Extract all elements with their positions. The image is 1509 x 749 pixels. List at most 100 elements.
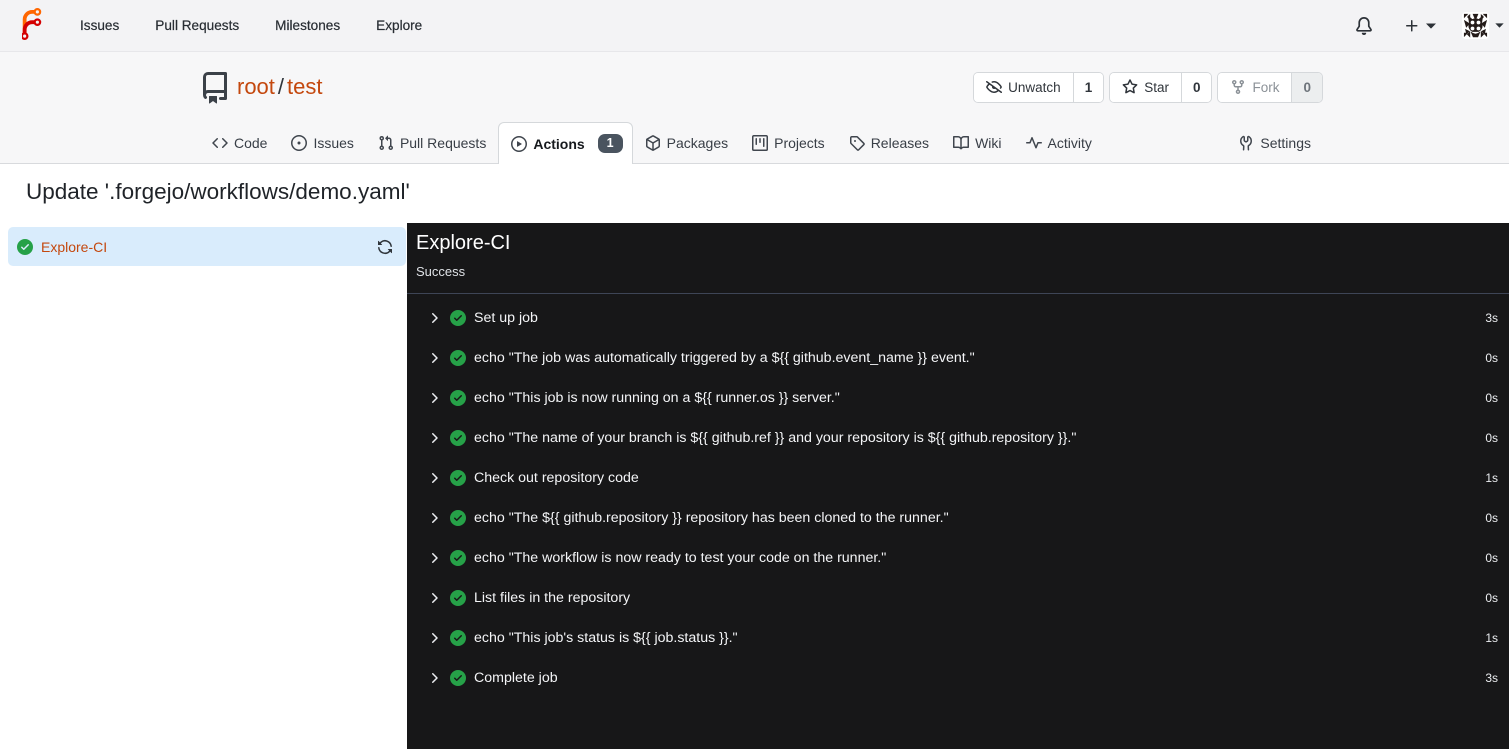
step-name: List files in the repository bbox=[474, 590, 631, 606]
jobs-sidebar: Explore-CI bbox=[0, 223, 407, 749]
tab-activity[interactable]: Activity bbox=[1014, 122, 1104, 163]
repo-header: root / test Unwatch 1 Star 0 Fork 0 Code Issue… bbox=[0, 52, 1509, 164]
chevron-down-icon bbox=[1426, 23, 1436, 29]
step-row-9[interactable]: echo "This job's status is ${{ job.statu… bbox=[407, 618, 1509, 658]
chevron-right-icon[interactable] bbox=[426, 670, 442, 686]
step-duration: 3s bbox=[1485, 671, 1498, 685]
code-icon bbox=[212, 135, 228, 151]
unwatch-button-group: Unwatch 1 bbox=[973, 71, 1105, 103]
job-log-status: Success bbox=[416, 264, 466, 279]
chevron-down-icon bbox=[1495, 23, 1504, 28]
chevron-right-icon[interactable] bbox=[426, 630, 442, 646]
step-row-5[interactable]: Check out repository code 1s bbox=[407, 458, 1509, 498]
step-duration: 0s bbox=[1485, 351, 1498, 365]
star-button[interactable]: Star bbox=[1110, 72, 1182, 102]
step-name: echo "This job is now running on a ${{ r… bbox=[474, 390, 840, 406]
tools-icon bbox=[1238, 135, 1254, 151]
step-duration: 0s bbox=[1485, 591, 1498, 605]
step-row-10[interactable]: Complete job 3s bbox=[407, 658, 1509, 698]
unwatch-button[interactable]: Unwatch bbox=[974, 72, 1074, 102]
pulse-icon bbox=[1025, 135, 1042, 151]
fork-count[interactable]: 0 bbox=[1292, 72, 1322, 102]
unwatch-count[interactable]: 1 bbox=[1073, 72, 1104, 102]
chevron-right-icon[interactable] bbox=[426, 350, 442, 366]
job-name: Explore-CI bbox=[41, 238, 108, 255]
notifications-bell-icon[interactable] bbox=[1355, 16, 1373, 35]
job-rerun-icon[interactable] bbox=[377, 239, 393, 255]
chevron-right-icon[interactable] bbox=[426, 390, 442, 406]
user-menu[interactable] bbox=[1462, 12, 1504, 39]
chevron-right-icon[interactable] bbox=[426, 510, 442, 526]
book-icon bbox=[953, 135, 970, 151]
navbar-link-milestones[interactable]: Milestones bbox=[257, 0, 358, 51]
step-name: Complete job bbox=[474, 670, 558, 686]
step-row-8[interactable]: List files in the repository 0s bbox=[407, 578, 1509, 618]
repo-title: root / test bbox=[199, 71, 323, 104]
step-duration: 0s bbox=[1485, 511, 1498, 525]
chevron-right-icon[interactable] bbox=[426, 470, 442, 486]
step-name: echo "The name of your branch is ${{ git… bbox=[474, 430, 1077, 446]
step-name: Check out repository code bbox=[474, 470, 639, 486]
forgejo-logo-icon[interactable] bbox=[22, 8, 42, 40]
navbar-link-pull-requests[interactable]: Pull Requests bbox=[137, 0, 257, 51]
step-duration: 0s bbox=[1485, 551, 1498, 565]
star-count[interactable]: 0 bbox=[1181, 72, 1212, 102]
step-row-3[interactable]: echo "This job is now running on a ${{ r… bbox=[407, 378, 1509, 418]
tab-pull-requests[interactable]: Pull Requests bbox=[366, 122, 498, 163]
step-duration: 3s bbox=[1485, 311, 1498, 325]
job-success-icon bbox=[17, 238, 33, 255]
tab-wiki[interactable]: Wiki bbox=[941, 122, 1013, 163]
repo-forked-icon bbox=[1230, 79, 1246, 95]
step-row-2[interactable]: echo "The job was automatically triggere… bbox=[407, 338, 1509, 378]
chevron-right-icon[interactable] bbox=[426, 430, 442, 446]
issue-opened-icon bbox=[291, 134, 308, 151]
step-row-4[interactable]: echo "The name of your branch is ${{ git… bbox=[407, 418, 1509, 458]
tab-projects[interactable]: Projects bbox=[740, 122, 837, 163]
job-item-explore-ci[interactable]: Explore-CI bbox=[8, 227, 406, 266]
repo-name-link[interactable]: test bbox=[287, 74, 322, 100]
job-log-header: Explore-CI Success bbox=[407, 223, 1509, 294]
step-duration: 0s bbox=[1485, 391, 1498, 405]
tab-packages[interactable]: Packages bbox=[633, 122, 740, 163]
step-success-icon bbox=[450, 310, 466, 326]
step-success-icon bbox=[450, 510, 466, 526]
actions-count-badge: 1 bbox=[597, 134, 623, 153]
navbar-link-explore[interactable]: Explore bbox=[358, 0, 440, 51]
repo-tabs: Code Issues Pull Requests Actions 1 Packages P… bbox=[186, 122, 1323, 164]
repo-icon bbox=[199, 71, 231, 104]
step-duration: 1s bbox=[1485, 471, 1498, 485]
repo-owner-link[interactable]: root bbox=[237, 74, 275, 100]
step-success-icon bbox=[450, 470, 466, 486]
step-row-7[interactable]: echo "The workflow is now ready to test … bbox=[407, 538, 1509, 578]
chevron-right-icon[interactable] bbox=[426, 310, 442, 326]
chevron-right-icon[interactable] bbox=[426, 590, 442, 606]
step-success-icon bbox=[450, 670, 466, 686]
step-success-icon bbox=[450, 630, 466, 646]
fork-button-group: Fork 0 bbox=[1217, 71, 1323, 103]
step-success-icon bbox=[450, 390, 466, 406]
tag-icon bbox=[849, 135, 865, 151]
step-row-6[interactable]: echo "The ${{ github.repository }} repos… bbox=[407, 498, 1509, 538]
tab-code[interactable]: Code bbox=[200, 122, 279, 163]
top-navbar: Issues Pull Requests Milestones Explore bbox=[0, 0, 1509, 52]
navbar-link-issues[interactable]: Issues bbox=[62, 0, 137, 51]
fork-button[interactable]: Fork bbox=[1218, 72, 1293, 102]
step-success-icon bbox=[450, 590, 466, 606]
step-name: echo "The job was automatically triggere… bbox=[474, 350, 975, 366]
step-name: echo "This job's status is ${{ job.statu… bbox=[474, 630, 738, 646]
step-row-1[interactable]: Set up job 3s bbox=[407, 298, 1509, 338]
project-icon bbox=[752, 134, 769, 151]
plus-icon bbox=[1404, 18, 1420, 34]
create-new-button[interactable] bbox=[1404, 18, 1436, 34]
step-success-icon bbox=[450, 350, 466, 366]
step-success-icon bbox=[450, 430, 466, 446]
chevron-right-icon[interactable] bbox=[426, 550, 442, 566]
tab-releases[interactable]: Releases bbox=[837, 122, 941, 163]
tab-settings[interactable]: Settings bbox=[1226, 122, 1323, 163]
navbar-links: Issues Pull Requests Milestones Explore bbox=[62, 0, 440, 51]
navbar-right bbox=[1355, 0, 1504, 51]
repo-action-buttons: Unwatch 1 Star 0 Fork 0 bbox=[968, 71, 1323, 103]
play-icon bbox=[511, 135, 528, 152]
tab-issues[interactable]: Issues bbox=[279, 122, 365, 163]
tab-actions[interactable]: Actions 1 bbox=[498, 122, 633, 164]
